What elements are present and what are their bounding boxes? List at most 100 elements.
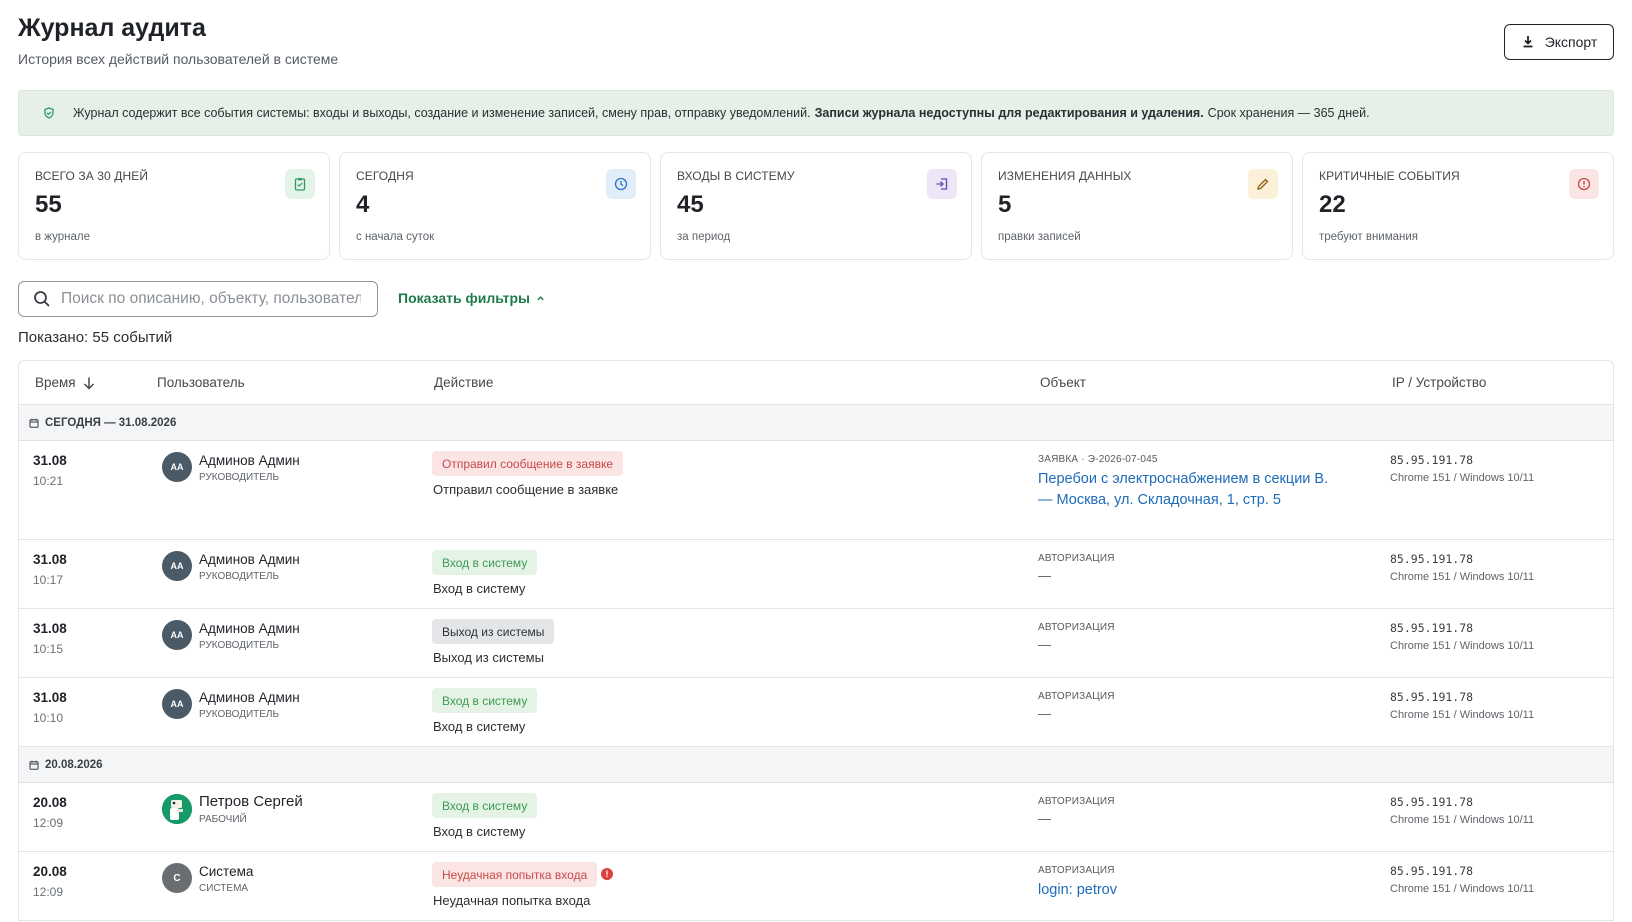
avatar: АА bbox=[162, 620, 192, 650]
notice-retention: Срок хранения — 365 дней. bbox=[1207, 106, 1370, 120]
date-group-header: 20.08.2026 bbox=[19, 747, 1613, 783]
column-header-label: Объект bbox=[1040, 375, 1086, 390]
object-type: Авторизация bbox=[1038, 691, 1115, 702]
object-type: Авторизация bbox=[1038, 553, 1115, 564]
action-description: Вход в систему bbox=[433, 719, 526, 734]
ip-address: 85.95.191.78 bbox=[1390, 552, 1474, 566]
ip-address: 85.95.191.78 bbox=[1390, 864, 1474, 878]
user-role: Руководитель bbox=[199, 640, 280, 651]
table-row[interactable]: 31.08 10:10 АА Админов Админ Руководител… bbox=[19, 678, 1613, 747]
column-header-label: IP / Устройство bbox=[1392, 375, 1487, 390]
avatar: АА bbox=[162, 452, 192, 482]
device-info: Chrome 151 / Windows 10/11 bbox=[1390, 709, 1535, 721]
action-badge: Отправил сообщение в заявке bbox=[432, 451, 624, 476]
action-badge: Выход из системы bbox=[432, 619, 555, 644]
show-filters-label: Показать фильтры bbox=[398, 290, 530, 306]
stat-card-logins: Входы в систему 45 за период bbox=[660, 152, 972, 260]
export-button[interactable]: Экспорт bbox=[1504, 24, 1614, 60]
show-filters-toggle[interactable]: Показать фильтры bbox=[398, 290, 545, 306]
date-group-label: 20.08.2026 bbox=[45, 758, 103, 771]
calendar-icon bbox=[29, 418, 39, 428]
search-input[interactable] bbox=[61, 290, 361, 308]
avatar bbox=[162, 794, 192, 824]
object-type: Авторизация bbox=[1038, 796, 1115, 807]
notice-bold-text: Записи журнала недоступны для редактиров… bbox=[814, 106, 1204, 120]
object-link[interactable]: Перебои с электроснабжением в секции В. … bbox=[1038, 469, 1338, 511]
stat-value: 45 bbox=[677, 191, 704, 218]
search-box[interactable] bbox=[18, 281, 378, 317]
export-button-label: Экспорт bbox=[1544, 34, 1598, 50]
stat-label: Всего за 30 дней bbox=[35, 169, 149, 183]
row-date: 31.08 bbox=[33, 621, 67, 636]
user-role: Руководитель bbox=[199, 472, 280, 483]
row-time: 10:10 bbox=[33, 711, 64, 725]
date-group-header: Сегодня — 31.08.2026 bbox=[19, 405, 1613, 441]
page-title: Журнал аудита bbox=[18, 14, 206, 42]
table-row[interactable]: 31.08 10:15 АА Админов Админ Руководител… bbox=[19, 609, 1613, 678]
search-icon bbox=[34, 291, 50, 307]
column-header-object[interactable]: Объект bbox=[1040, 375, 1086, 390]
device-info: Chrome 151 / Windows 10/11 bbox=[1390, 883, 1535, 895]
action-description: Выход из системы bbox=[433, 650, 544, 665]
row-time: 10:17 bbox=[33, 573, 64, 587]
stat-value: 4 bbox=[356, 191, 370, 218]
stat-caption: за период bbox=[677, 231, 731, 243]
stat-label: Сегодня bbox=[356, 169, 414, 183]
table-row[interactable]: 31.08 10:17 АА Админов Админ Руководител… bbox=[19, 540, 1613, 609]
column-header-time[interactable]: Время bbox=[35, 375, 96, 390]
stat-caption: с начала суток bbox=[356, 231, 435, 243]
avatar: АА bbox=[162, 551, 192, 581]
stat-value: 22 bbox=[1319, 191, 1346, 218]
user-name: Петров Сергей bbox=[199, 793, 303, 810]
row-time: 10:21 bbox=[33, 474, 64, 488]
download-icon bbox=[1523, 36, 1533, 48]
column-header-action[interactable]: Действие bbox=[434, 375, 493, 390]
table-row[interactable]: 20.08 12:09 Петров Сергей Рабочий Вход в… bbox=[19, 783, 1613, 852]
stat-caption: требуют внимания bbox=[1319, 231, 1419, 243]
action-badge: Вход в систему bbox=[432, 550, 538, 575]
row-date: 31.08 bbox=[33, 690, 67, 705]
chevron-up-icon bbox=[537, 295, 544, 300]
date-group-label: Сегодня — 31.08.2026 bbox=[45, 416, 177, 429]
action-description: Вход в систему bbox=[433, 581, 526, 596]
user-name: Админов Админ bbox=[199, 690, 300, 705]
table-row[interactable]: 20.08 12:09 С Система Система Неудачная … bbox=[19, 852, 1613, 921]
action-badge: Вход в систему bbox=[432, 688, 538, 713]
table-row[interactable]: 31.08 10:21 АА Админов Админ Руководител… bbox=[19, 441, 1613, 540]
events-count: Показано: 55 событий bbox=[18, 329, 173, 346]
user-role: Руководитель bbox=[199, 709, 280, 720]
column-header-label: Действие bbox=[434, 375, 494, 390]
object-type: Авторизация bbox=[1038, 622, 1115, 633]
stat-card-critical: Критичные события 22 требуют внимания bbox=[1302, 152, 1614, 260]
stat-caption: в журнале bbox=[35, 231, 90, 243]
column-header-user[interactable]: Пользователь bbox=[157, 375, 245, 390]
object-type: Заявка · Э-2026-07-045 bbox=[1038, 454, 1158, 465]
avatar: АА bbox=[162, 689, 192, 719]
action-badge: Неудачная попытка входа bbox=[432, 862, 598, 887]
column-header-ip[interactable]: IP / Устройство bbox=[1392, 375, 1486, 390]
stat-card-today: Сегодня 4 с начала суток bbox=[339, 152, 651, 260]
object-link[interactable]: login: petrov bbox=[1038, 880, 1338, 901]
action-description: Неудачная попытка входа bbox=[433, 893, 591, 908]
ip-address: 85.95.191.78 bbox=[1390, 795, 1474, 809]
critical-alert-icon: ! bbox=[601, 868, 613, 880]
page-subtitle: История всех действий пользователей в си… bbox=[18, 51, 339, 67]
row-time: 10:15 bbox=[33, 642, 64, 656]
ip-address: 85.95.191.78 bbox=[1390, 621, 1474, 635]
shield-icon bbox=[44, 107, 54, 119]
row-date: 20.08 bbox=[33, 864, 67, 879]
row-time: 12:09 bbox=[33, 885, 64, 899]
user-name: Админов Админ bbox=[199, 552, 300, 567]
object-empty: — bbox=[1038, 706, 1051, 721]
device-info: Chrome 151 / Windows 10/11 bbox=[1390, 640, 1535, 652]
stat-label: Критичные события bbox=[1319, 169, 1460, 183]
stat-label: Изменения данных bbox=[998, 169, 1132, 183]
column-header-label: Пользователь bbox=[157, 375, 245, 390]
device-info: Chrome 151 / Windows 10/11 bbox=[1390, 472, 1535, 484]
info-notice: Журнал содержит все события системы: вхо… bbox=[18, 90, 1614, 136]
table-header: Время Пользователь Действие Объект IP / … bbox=[19, 361, 1613, 405]
device-info: Chrome 151 / Windows 10/11 bbox=[1390, 571, 1535, 583]
object-empty: — bbox=[1038, 637, 1051, 652]
clock-icon bbox=[606, 169, 636, 199]
user-role: Система bbox=[199, 883, 249, 894]
